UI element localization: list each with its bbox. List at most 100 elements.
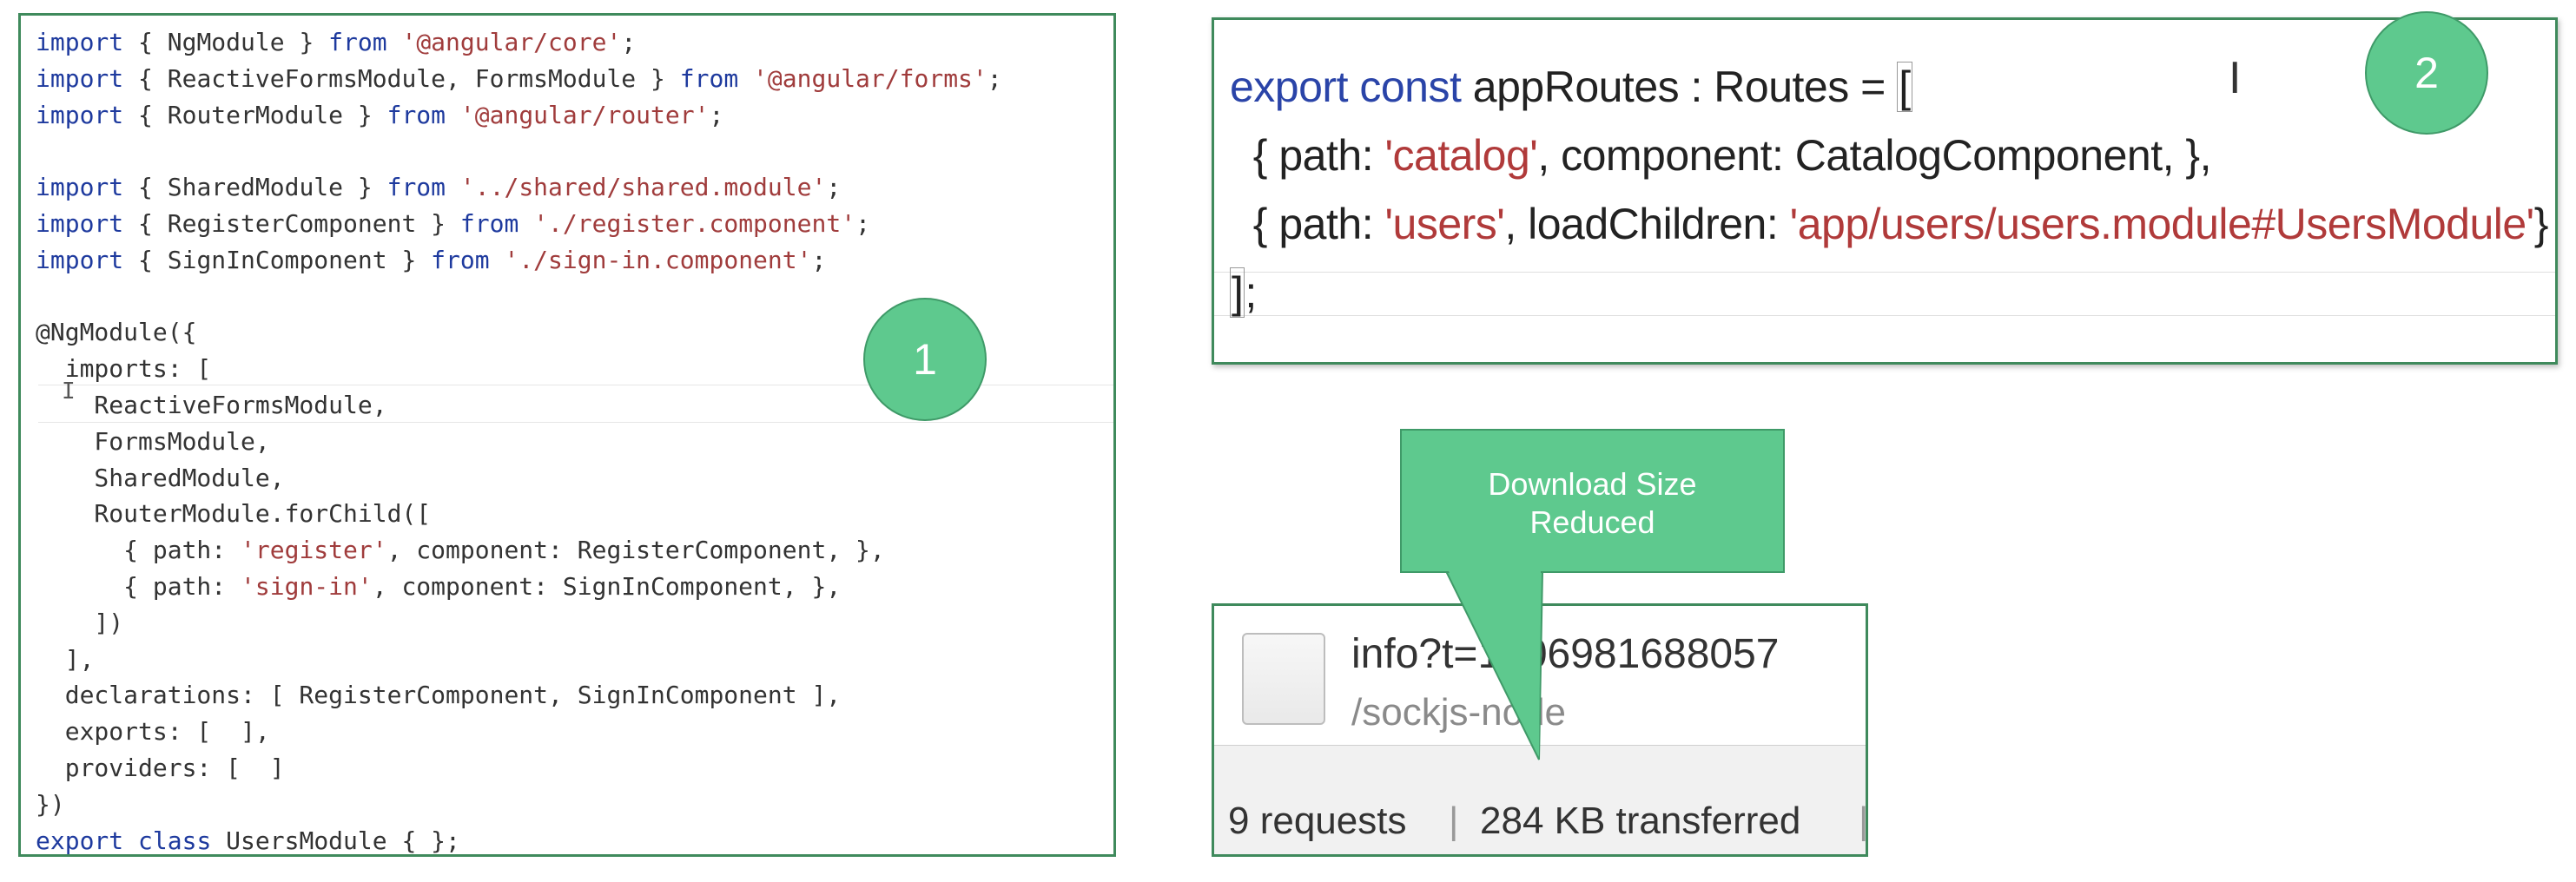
code-string: 'register' — [241, 536, 387, 565]
code-line: FormsModule, — [36, 424, 1002, 460]
code-string: '../shared/shared.module' — [459, 173, 827, 202]
code-line: ]) — [36, 605, 1002, 642]
code-text: appRoutes : Routes = — [1461, 63, 1898, 111]
code-line: export const appRoutes : Routes = [ — [1230, 53, 2548, 122]
code-keyword: from — [431, 245, 490, 274]
code-line: }) — [36, 787, 1002, 823]
code-panel-app-routes: export const appRoutes : Routes = [ { pa… — [1212, 17, 2558, 365]
code-text: , component: CatalogComponent, }, — [1537, 131, 2211, 180]
status-divider: | — [1449, 800, 1459, 842]
code-line: export class UsersModule { }; — [36, 823, 1002, 859]
code-line: import { ReactiveFormsModule, FormsModul… — [36, 61, 1002, 97]
code-keyword: import — [36, 63, 124, 93]
code-string: 'sign-in' — [241, 571, 373, 601]
code-text: , component: SignInComponent, }, — [372, 571, 842, 601]
code-line: @NgModule({ — [36, 314, 1002, 351]
users-module-code: import { NgModule } from '@angular/core'… — [36, 24, 1002, 859]
code-text: RouterModule.forChild([ — [36, 499, 432, 529]
code-text: { SharedModule } — [123, 173, 387, 202]
code-keyword: export — [36, 826, 124, 855]
code-string: './sign-in.component' — [504, 245, 812, 274]
code-line: providers: [ ] — [36, 750, 1002, 787]
code-line: import { RouterModule } from '@angular/r… — [36, 97, 1002, 134]
code-keyword: import — [36, 173, 124, 202]
code-keyword: const — [1359, 63, 1462, 111]
code-keyword: from — [328, 28, 387, 56]
code-string: './register.component' — [533, 208, 856, 238]
code-line: import { SharedModule } from '../shared/… — [36, 169, 1002, 206]
code-text: , component: RegisterComponent, }, — [386, 536, 885, 565]
code-text: @NgModule({ — [36, 318, 197, 347]
code-text: ], — [36, 644, 95, 674]
code-text: { SignInComponent } — [123, 245, 432, 274]
code-panel-users-module: I import { NgModule } from '@angular/cor… — [18, 13, 1116, 857]
app-routes-code: export const appRoutes : Routes = [ { pa… — [1230, 53, 2548, 327]
code-text: { ReactiveFormsModule, FormsModule } — [123, 63, 680, 93]
code-string: 'app/users/users.module#UsersModule' — [1789, 200, 2535, 248]
code-text: , loadChildren: — [1504, 200, 1790, 248]
code-text: FormsModule, — [36, 426, 270, 456]
code-line: ReactiveFormsModule, — [36, 387, 1002, 424]
code-keyword: import — [36, 245, 124, 274]
code-line: import { RegisterComponent } from './reg… — [36, 206, 1002, 242]
code-line: RouterModule.forChild([ — [36, 496, 1002, 532]
text-cursor-icon: I — [2229, 53, 2242, 103]
code-text: { NgModule } — [123, 28, 329, 56]
callout-line-2: Reduced — [1529, 504, 1655, 540]
code-keyword: class — [138, 826, 212, 855]
code-line: import { SignInComponent } from './sign-… — [36, 242, 1002, 279]
code-line: imports: [ — [36, 351, 1002, 387]
code-keyword: from — [459, 208, 519, 238]
code-keyword: import — [36, 28, 124, 56]
code-line: import { NgModule } from '@angular/core'… — [36, 24, 1002, 61]
download-size-callout: Download Size Reduced — [1400, 429, 1785, 573]
code-text: { path: — [36, 536, 241, 565]
matched-bracket: [ — [1897, 62, 1912, 112]
status-divider: | — [1859, 800, 1868, 842]
code-line: { path: 'users', loadChildren: 'app/user… — [1230, 190, 2549, 259]
code-text: imports: [ — [36, 354, 212, 384]
code-keyword: import — [36, 100, 124, 129]
code-text: ; — [1245, 268, 1257, 317]
request-count: 9 requests — [1228, 800, 1407, 842]
code-line: { path: 'catalog', component: CatalogCom… — [1230, 122, 2548, 190]
code-line: SharedModule, — [36, 460, 1002, 497]
code-text: ; — [855, 208, 870, 238]
code-text: declarations: [ RegisterComponent, SignI… — [36, 681, 842, 710]
code-keyword: from — [386, 173, 446, 202]
code-keyword: from — [679, 63, 739, 93]
code-text: { RouterModule } — [123, 100, 387, 129]
step-badge-1: 1 — [863, 298, 987, 421]
code-string: '@angular/forms' — [753, 63, 987, 93]
code-text: { path: — [1230, 131, 1385, 180]
code-text: ]) — [36, 608, 124, 637]
code-text: ; — [987, 63, 1002, 93]
code-text: } — [2533, 200, 2549, 248]
code-line: declarations: [ RegisterComponent, SignI… — [36, 677, 1002, 714]
code-keyword: from — [386, 100, 446, 129]
code-text: ; — [621, 28, 637, 56]
step-badge-2: 2 — [2365, 11, 2488, 135]
code-string: '@angular/core' — [401, 28, 622, 56]
network-request-row[interactable]: info?t=1506981688057 /sockjs-node — [1214, 606, 1866, 745]
code-line: { path: 'sign-in', component: SignInComp… — [36, 569, 1002, 605]
code-text: }) — [36, 789, 65, 819]
code-string: '@angular/router' — [459, 100, 710, 129]
code-text: ReactiveFormsModule, — [36, 390, 387, 419]
code-text: UsersModule { }; — [211, 826, 460, 855]
code-keyword: export — [1230, 63, 1348, 111]
code-text: providers: [ ] — [36, 753, 285, 782]
code-line: ]; — [1230, 259, 2548, 327]
code-keyword: import — [36, 208, 124, 238]
devtools-network-panel: info?t=1506981688057 /sockjs-node 9 requ… — [1212, 603, 1868, 857]
code-text: { path: — [36, 571, 241, 601]
code-line: ], — [36, 642, 1002, 678]
code-text: ; — [826, 173, 842, 202]
